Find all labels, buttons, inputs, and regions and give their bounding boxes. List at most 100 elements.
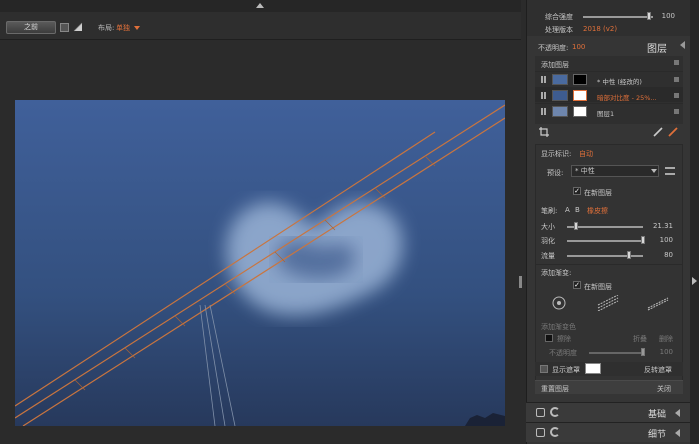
process-version-label: 处理版本 (545, 26, 573, 34)
layer-options-icon[interactable] (674, 93, 679, 98)
radial-gradient-icon[interactable] (551, 295, 567, 311)
invert-mask-label[interactable]: 反转遮罩 (644, 365, 672, 375)
close-button[interactable]: 关闭 (657, 384, 671, 394)
brush-label: 笔刷: (541, 207, 558, 215)
toggle-icon[interactable] (536, 428, 545, 437)
layer-visibility-icon[interactable] (541, 92, 546, 99)
right-edge-strip (690, 0, 699, 444)
bottom-tab-basic[interactable]: 基础 (526, 402, 690, 422)
layer-row[interactable]: * 中性 (经改的) (535, 71, 683, 86)
layer-name: 图层1 (597, 110, 615, 118)
process-version-dropdown[interactable]: 2018 (v2) (583, 25, 617, 33)
mask-color-swatch[interactable] (585, 363, 601, 374)
gradient-color-label: 添加渐变色 (541, 323, 576, 331)
reset-icon[interactable] (550, 427, 560, 437)
fold-button[interactable]: 折叠 (633, 334, 647, 344)
opacity-label: 不透明度: (538, 44, 569, 52)
crop-icon[interactable] (539, 127, 549, 137)
right-panel: 综合强度 100 处理版本 2018 (v2) 不透明度: 100 图层 添加图… (526, 0, 691, 444)
flow-slider-thumb[interactable] (627, 251, 632, 259)
expand-right-arrow-icon[interactable] (692, 277, 697, 285)
layer-mask-thumbnail (573, 90, 587, 101)
layout-dropdown[interactable]: 单独 (116, 23, 130, 33)
new-layer-checkbox[interactable]: ✓ (573, 187, 581, 195)
tab-expand-icon[interactable] (675, 429, 680, 437)
add-layer-label[interactable]: 添加图层 (541, 60, 569, 70)
layer-thumbnail (552, 106, 568, 117)
layer-options-icon[interactable] (674, 109, 679, 114)
layer-visibility-icon[interactable] (541, 76, 546, 83)
gradient-new-layer-checkbox[interactable]: ✓ (573, 281, 581, 289)
process-section: 综合强度 100 处理版本 2018 (v2) (527, 0, 691, 36)
layer-name: * 中性 (经改的) (597, 78, 642, 86)
split-view-icon[interactable] (73, 22, 83, 32)
eraser-button[interactable]: 橡皮擦 (587, 206, 608, 216)
tab-label: 基础 (647, 410, 666, 420)
crane-photo (15, 100, 505, 426)
layer-visibility-icon[interactable] (541, 108, 546, 115)
layer-name: 暗部对比度 - 25%... (597, 94, 657, 102)
gradient-new-layer-label: 在新图层 (584, 283, 612, 291)
gradient-opacity-label: 不透明度 (549, 349, 577, 357)
delete-button[interactable]: 删除 (659, 334, 673, 344)
feather-slider[interactable] (567, 240, 643, 242)
overall-strength-value: 100 (661, 12, 675, 20)
panel-resize-handle[interactable] (519, 276, 522, 288)
preset-label: 预设: (547, 169, 564, 177)
layout-label: 布局: (98, 24, 115, 32)
compare-square-icon[interactable] (60, 23, 69, 32)
photo-canvas[interactable] (15, 100, 505, 426)
toggle-icon[interactable] (536, 408, 545, 417)
gradient-opacity-slider[interactable] (589, 352, 643, 354)
display-mask-label: 显示标识: (541, 150, 572, 158)
size-slider-thumb[interactable] (574, 222, 579, 230)
pen-icon[interactable] (653, 127, 663, 137)
layer-thumbnail (552, 90, 568, 101)
linear-gradient-icon[interactable] (647, 295, 669, 311)
show-mask-checkbox[interactable] (540, 365, 548, 373)
erase-label: 擦除 (557, 335, 571, 343)
layout-caret-icon[interactable] (134, 26, 140, 30)
brush-icon[interactable] (668, 127, 678, 137)
flow-slider[interactable] (567, 255, 643, 257)
reset-icon[interactable] (550, 407, 560, 417)
brush-b-button[interactable]: B (575, 206, 580, 214)
overall-strength-slider[interactable] (583, 16, 653, 18)
size-label: 大小 (541, 223, 555, 231)
layer-row-active[interactable]: 暗部对比度 - 25%... (535, 87, 683, 102)
flow-label: 流量 (541, 252, 555, 260)
new-layer-label: 在新图层 (584, 189, 612, 197)
overall-strength-label: 综合强度 (545, 13, 573, 21)
show-mask-label: 显示遮罩 (552, 366, 580, 374)
tab-expand-icon[interactable] (675, 409, 680, 417)
divider (535, 264, 683, 265)
display-mask-dropdown[interactable]: 自动 (579, 149, 593, 159)
layers-title: 图层 (647, 44, 667, 55)
preset-menu-icon[interactable] (665, 167, 675, 175)
size-value[interactable]: 21.31 (645, 222, 673, 230)
preset-dropdown[interactable]: * 中性 (571, 165, 659, 177)
feather-value[interactable]: 100 (645, 236, 673, 244)
reset-layer-button[interactable]: 重置图层 (541, 384, 569, 394)
collapse-top-arrow-icon[interactable] (256, 3, 264, 8)
layer-mask-thumbnail (573, 106, 587, 117)
erase-checkbox[interactable] (545, 334, 553, 342)
preset-caret-icon[interactable] (651, 169, 657, 173)
tab-label: 细节 (647, 430, 666, 440)
mirror-gradient-icon[interactable] (597, 295, 619, 311)
layer-thumbnail (552, 74, 568, 85)
feather-label: 羽化 (541, 237, 555, 245)
brush-a-button[interactable]: A (565, 206, 570, 214)
layer-options-icon[interactable] (674, 77, 679, 82)
opacity-dropdown[interactable]: 100 (572, 43, 585, 51)
add-gradient-label: 添加渐变: (541, 269, 572, 277)
layer-row[interactable]: 图层1 (535, 103, 683, 118)
layer-footer: 重置图层 关闭 (535, 380, 683, 394)
bottom-tab-detail[interactable]: 细节 (526, 422, 690, 442)
size-slider[interactable] (567, 226, 643, 228)
layers-collapse-icon[interactable] (680, 41, 685, 49)
flow-value[interactable]: 80 (645, 251, 673, 259)
layer-mask-thumbnail (573, 74, 587, 85)
add-layer-square-icon[interactable] (674, 60, 679, 65)
before-button[interactable]: 之前 (6, 21, 56, 34)
